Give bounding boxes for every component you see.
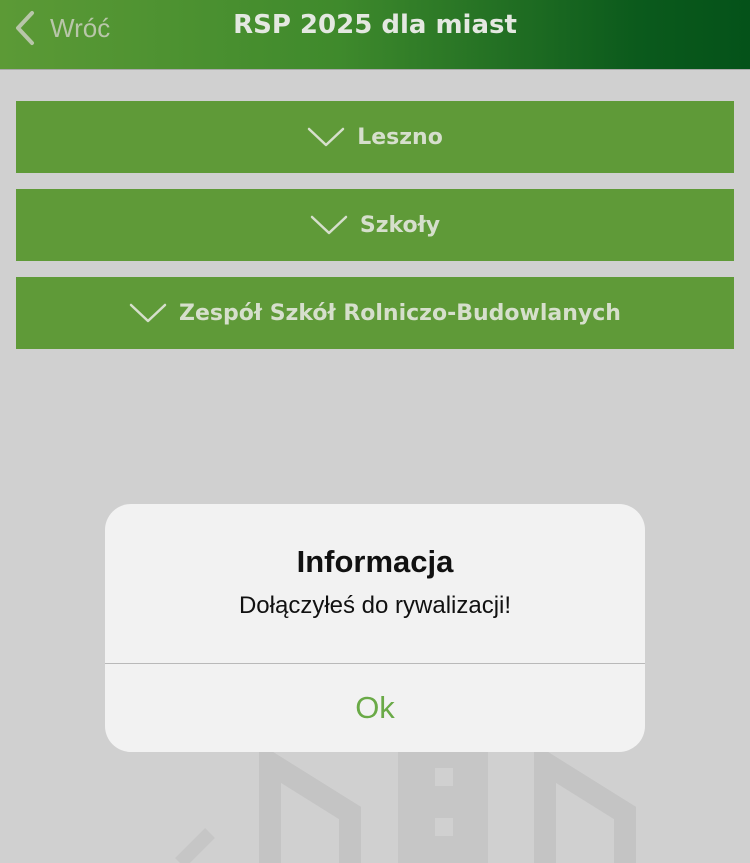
dialog-title: Informacja bbox=[296, 544, 454, 579]
ok-button[interactable]: Ok bbox=[105, 664, 645, 752]
dialog-message: Dołączyłeś do rywalizacji! bbox=[238, 592, 512, 619]
alert-dialog: Informacja Dołączyłeś do rywalizacji! Ok bbox=[105, 504, 645, 752]
